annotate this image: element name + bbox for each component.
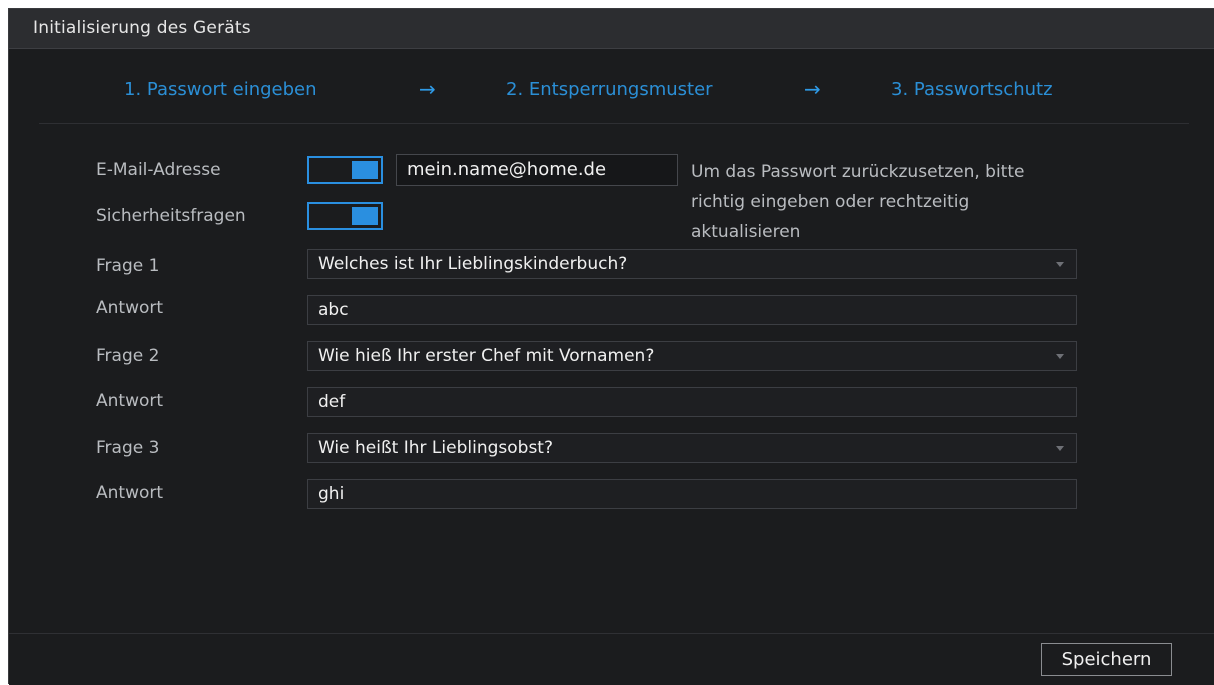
toggle-knob bbox=[352, 207, 378, 225]
hint-line-1: Um das Passwort zurückzusetzen, bitte bbox=[691, 162, 1025, 182]
chevron-down-icon bbox=[1056, 446, 1064, 451]
answer-1-field[interactable]: abc bbox=[307, 295, 1077, 325]
question-2-label: Frage 2 bbox=[96, 346, 160, 366]
window-title: Initialisierung des Geräts bbox=[33, 18, 251, 38]
toggle-knob bbox=[352, 161, 378, 179]
title-bar: Initialisierung des Geräts bbox=[9, 9, 1214, 49]
question-1-select[interactable]: Welches ist Ihr Lieblingskinderbuch? bbox=[307, 249, 1077, 279]
chevron-down-icon bbox=[1056, 262, 1064, 267]
security-questions-toggle[interactable] bbox=[307, 202, 383, 230]
email-label: E-Mail-Adresse bbox=[96, 160, 221, 180]
answer-1-label: Antwort bbox=[96, 298, 164, 318]
question-2-select[interactable]: Wie hieß Ihr erster Chef mit Vornamen? bbox=[307, 341, 1077, 371]
arrow-right-icon: → bbox=[419, 77, 436, 101]
email-field[interactable]: mein.name@home.de bbox=[396, 154, 678, 186]
question-3-value: Wie heißt Ihr Lieblingsobst? bbox=[318, 438, 553, 458]
question-1-label: Frage 1 bbox=[96, 256, 160, 276]
wizard-steps: 1. Passwort eingeben → 2. Entsperrungsmu… bbox=[9, 77, 1214, 105]
question-1-value: Welches ist Ihr Lieblingskinderbuch? bbox=[318, 254, 628, 274]
chevron-down-icon bbox=[1056, 354, 1064, 359]
answer-3-label: Antwort bbox=[96, 483, 164, 503]
answer-2-field[interactable]: def bbox=[307, 387, 1077, 417]
answer-2-label: Antwort bbox=[96, 391, 164, 411]
hint-line-3: aktualisieren bbox=[691, 222, 801, 242]
answer-3-field[interactable]: ghi bbox=[307, 479, 1077, 509]
question-2-value: Wie hieß Ihr erster Chef mit Vornamen? bbox=[318, 346, 655, 366]
hint-line-2: richtig eingeben oder rechtzeitig bbox=[691, 192, 970, 212]
question-3-label: Frage 3 bbox=[96, 438, 160, 458]
email-toggle[interactable] bbox=[307, 156, 383, 184]
step-2-unlock-pattern: 2. Entsperrungsmuster bbox=[506, 79, 713, 100]
security-questions-label: Sicherheitsfragen bbox=[96, 206, 246, 226]
divider bbox=[39, 123, 1189, 124]
arrow-right-icon: → bbox=[804, 77, 821, 101]
device-init-window: Initialisierung des Geräts 1. Passwort e… bbox=[8, 8, 1214, 685]
step-3-password-protection: 3. Passwortschutz bbox=[891, 79, 1053, 100]
step-1-password: 1. Passwort eingeben bbox=[124, 79, 317, 100]
question-3-select[interactable]: Wie heißt Ihr Lieblingsobst? bbox=[307, 433, 1077, 463]
footer-bar bbox=[9, 633, 1214, 685]
save-button[interactable]: Speichern bbox=[1041, 643, 1172, 676]
reset-hint: Um das Passwort zurückzusetzen, bitte ri… bbox=[691, 157, 1161, 247]
